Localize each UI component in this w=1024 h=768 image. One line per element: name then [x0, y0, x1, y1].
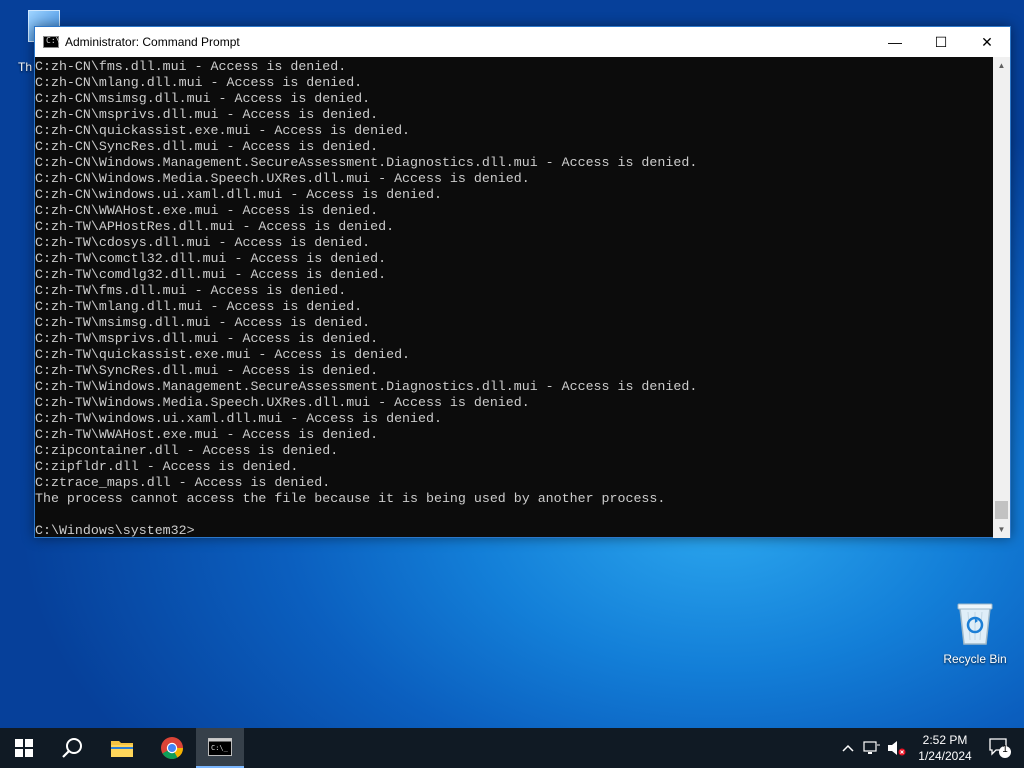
minimize-button[interactable]: —	[872, 27, 918, 57]
search-icon	[62, 738, 82, 758]
maximize-button[interactable]: ☐	[918, 27, 964, 57]
console-line: C:zh-TW\cdosys.dll.mui - Access is denie…	[35, 235, 371, 250]
console-line: C:zh-TW\mlang.dll.mui - Access is denied…	[35, 299, 363, 314]
start-button[interactable]	[0, 728, 48, 768]
recycle-bin-icon	[957, 603, 993, 645]
windows-logo-icon	[15, 739, 33, 757]
chrome-button[interactable]	[148, 728, 196, 768]
scroll-up-arrow-icon[interactable]: ▲	[993, 57, 1010, 74]
console-line: C:zipcontainer.dll - Access is denied.	[35, 443, 339, 458]
command-prompt-window[interactable]: C:\ Administrator: Command Prompt — ☐ ✕ …	[34, 26, 1011, 538]
volume-muted-icon[interactable]	[884, 728, 908, 768]
vertical-scrollbar[interactable]: ▲ ▼	[993, 57, 1010, 538]
close-button[interactable]: ✕	[964, 27, 1010, 57]
console-line: C:zh-TW\comctl32.dll.mui - Access is den…	[35, 251, 387, 266]
taskbar: C:\_ 2:52 PM 1/24/2024 1	[0, 728, 1024, 768]
console-line: C:zh-TW\windows.ui.xaml.dll.mui - Access…	[35, 411, 442, 426]
search-button[interactable]	[48, 728, 96, 768]
scroll-thumb[interactable]	[995, 501, 1008, 519]
console-output[interactable]: C:zh-CN\fms.dll.mui - Access is denied. C…	[35, 57, 995, 538]
chevron-up-icon[interactable]	[836, 728, 860, 768]
window-titlebar[interactable]: C:\ Administrator: Command Prompt — ☐ ✕	[35, 27, 1010, 57]
system-tray: 2:52 PM 1/24/2024 1	[834, 728, 1024, 768]
console-line: C:zh-CN\msprivs.dll.mui - Access is deni…	[35, 107, 379, 122]
console-line: C:zh-CN\fms.dll.mui - Access is denied.	[35, 59, 347, 74]
folder-icon	[111, 741, 133, 757]
clock[interactable]: 2:52 PM 1/24/2024	[910, 728, 980, 768]
command-prompt-taskbar-button[interactable]: C:\_	[196, 728, 244, 768]
console-line: C:zh-TW\fms.dll.mui - Access is denied.	[35, 283, 347, 298]
console-line: C:zh-TW\APHostRes.dll.mui - Access is de…	[35, 219, 395, 234]
console-line: C:zh-CN\msimsg.dll.mui - Access is denie…	[35, 91, 371, 106]
console-line: C:zh-CN\windows.ui.xaml.dll.mui - Access…	[35, 187, 442, 202]
console-line: C:zh-CN\Windows.Media.Speech.UXRes.dll.m…	[35, 171, 530, 186]
console-line: C:zh-CN\WWAHost.exe.mui - Access is deni…	[35, 203, 379, 218]
console-line: C:ztrace_maps.dll - Access is denied.	[35, 475, 331, 490]
console-line: C:zh-TW\Windows.Media.Speech.UXRes.dll.m…	[35, 395, 530, 410]
window-title: Administrator: Command Prompt	[65, 35, 240, 49]
console-line: C:zh-CN\mlang.dll.mui - Access is denied…	[35, 75, 363, 90]
cmd-icon: C:\_	[208, 738, 232, 756]
network-icon[interactable]	[860, 728, 884, 768]
desktop-icon-label: Th	[18, 60, 33, 74]
scroll-down-arrow-icon[interactable]: ▼	[993, 521, 1010, 538]
action-center-button[interactable]: 1	[982, 728, 1018, 768]
console-line: C:zh-CN\Windows.Management.SecureAssessm…	[35, 155, 698, 170]
console-line: C:zh-TW\msprivs.dll.mui - Access is deni…	[35, 331, 379, 346]
cmd-app-icon: C:\	[43, 36, 60, 48]
console-line: The process cannot access the file becau…	[35, 491, 666, 506]
desktop-icon-recycle-bin[interactable]: Recycle Bin	[935, 600, 1015, 666]
clock-date: 1/24/2024	[918, 749, 972, 763]
notification-count-badge: 1	[1002, 744, 1008, 755]
console-line: C:zh-TW\msimsg.dll.mui - Access is denie…	[35, 315, 371, 330]
console-line: C:zh-TW\SyncRes.dll.mui - Access is deni…	[35, 363, 379, 378]
console-line: C:zh-CN\quickassist.exe.mui - Access is …	[35, 123, 411, 138]
chrome-icon	[161, 737, 183, 759]
console-line: C:zh-TW\WWAHost.exe.mui - Access is deni…	[35, 427, 379, 442]
console-line: C:zh-CN\SyncRes.dll.mui - Access is deni…	[35, 139, 379, 154]
console-line: C:zh-TW\comdlg32.dll.mui - Access is den…	[35, 267, 387, 282]
svg-text:C:\_: C:\_	[211, 744, 229, 752]
clock-time: 2:52 PM	[922, 733, 968, 747]
recycle-bin-label: Recycle Bin	[943, 652, 1007, 666]
console-line: C:zh-TW\Windows.Management.SecureAssessm…	[35, 379, 698, 394]
console-line: C:zh-TW\quickassist.exe.mui - Access is …	[35, 347, 411, 362]
console-line: C:\Windows\system32>	[35, 523, 195, 538]
file-explorer-button[interactable]	[98, 728, 146, 768]
console-line: C:zipfldr.dll - Access is denied.	[35, 459, 299, 474]
